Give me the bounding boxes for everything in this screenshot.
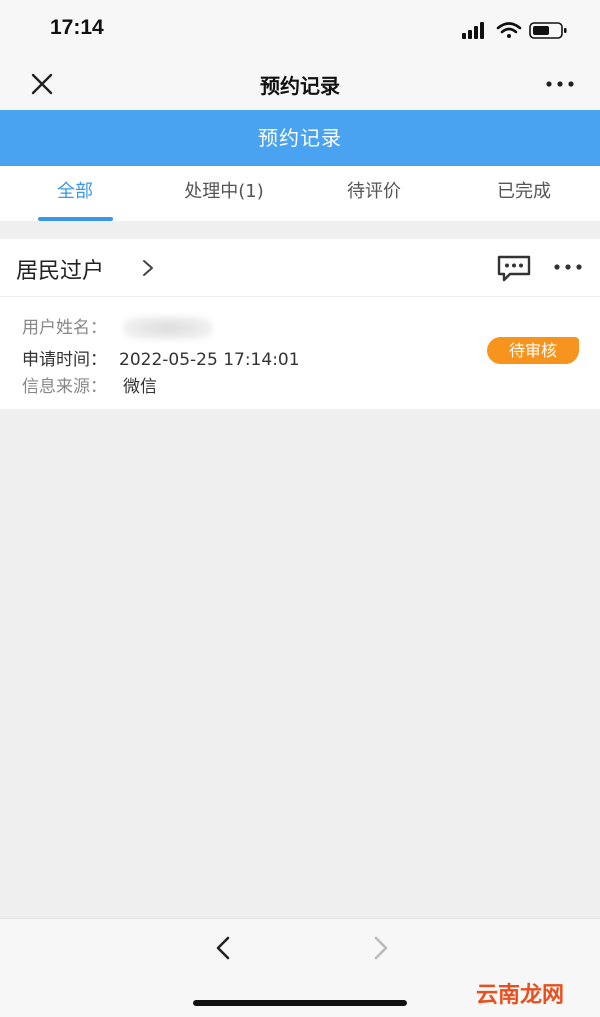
status-icons (462, 22, 567, 39)
nav-title: 预约记录 (260, 74, 340, 98)
record-card[interactable]: 居民过户 用户姓名： 申请时间： 2022-05-25 17:14:01 信息来源… (0, 239, 600, 409)
status-badge: 待审核 (487, 337, 579, 364)
wifi-icon (496, 22, 522, 38)
info-source-row: 信息来源： 微信 (22, 372, 157, 397)
tab-all[interactable]: 全部 (0, 166, 150, 221)
apply-time-row: 申请时间： 2022-05-25 17:14:01 (22, 345, 300, 370)
signal-icon (462, 22, 484, 39)
user-name-label: 用户姓名： (22, 318, 107, 338)
bottom-nav-bar: 云南龙网 (0, 918, 600, 1017)
record-card-header: 居民过户 (0, 239, 600, 297)
status-time: 17:14 (50, 16, 104, 39)
status-bar: 17:14 (0, 0, 600, 58)
nav-bar: 预约记录 (0, 58, 600, 110)
page-header: 预约记录 (0, 110, 600, 166)
back-arrow-icon[interactable] (210, 933, 238, 963)
tab-pending-review[interactable]: 待评价 (299, 166, 449, 221)
user-name-row: 用户姓名： (22, 313, 213, 340)
watermark: 云南龙网 (475, 983, 564, 1008)
forward-arrow-icon[interactable] (366, 933, 394, 963)
home-indicator (193, 1000, 407, 1006)
apply-time-value: 2022-05-25 17:14:01 (119, 350, 300, 370)
message-icon[interactable] (496, 254, 532, 282)
tab-completed[interactable]: 已完成 (449, 166, 599, 221)
info-source-label: 信息来源： (22, 377, 107, 397)
tab-bar: 全部 处理中(1) 待评价 已完成 (0, 166, 600, 221)
info-source-value: 微信 (123, 377, 157, 397)
more-icon[interactable] (544, 72, 576, 96)
chevron-right-icon[interactable] (140, 257, 156, 279)
more-options-icon[interactable] (552, 257, 584, 277)
tab-processing[interactable]: 处理中(1) (149, 166, 299, 221)
record-title[interactable]: 居民过户 (16, 253, 104, 285)
battery-icon (529, 22, 567, 39)
user-name-value-blurred (123, 316, 213, 340)
tab-active-indicator (38, 217, 113, 221)
apply-time-label: 申请时间： (22, 350, 107, 370)
